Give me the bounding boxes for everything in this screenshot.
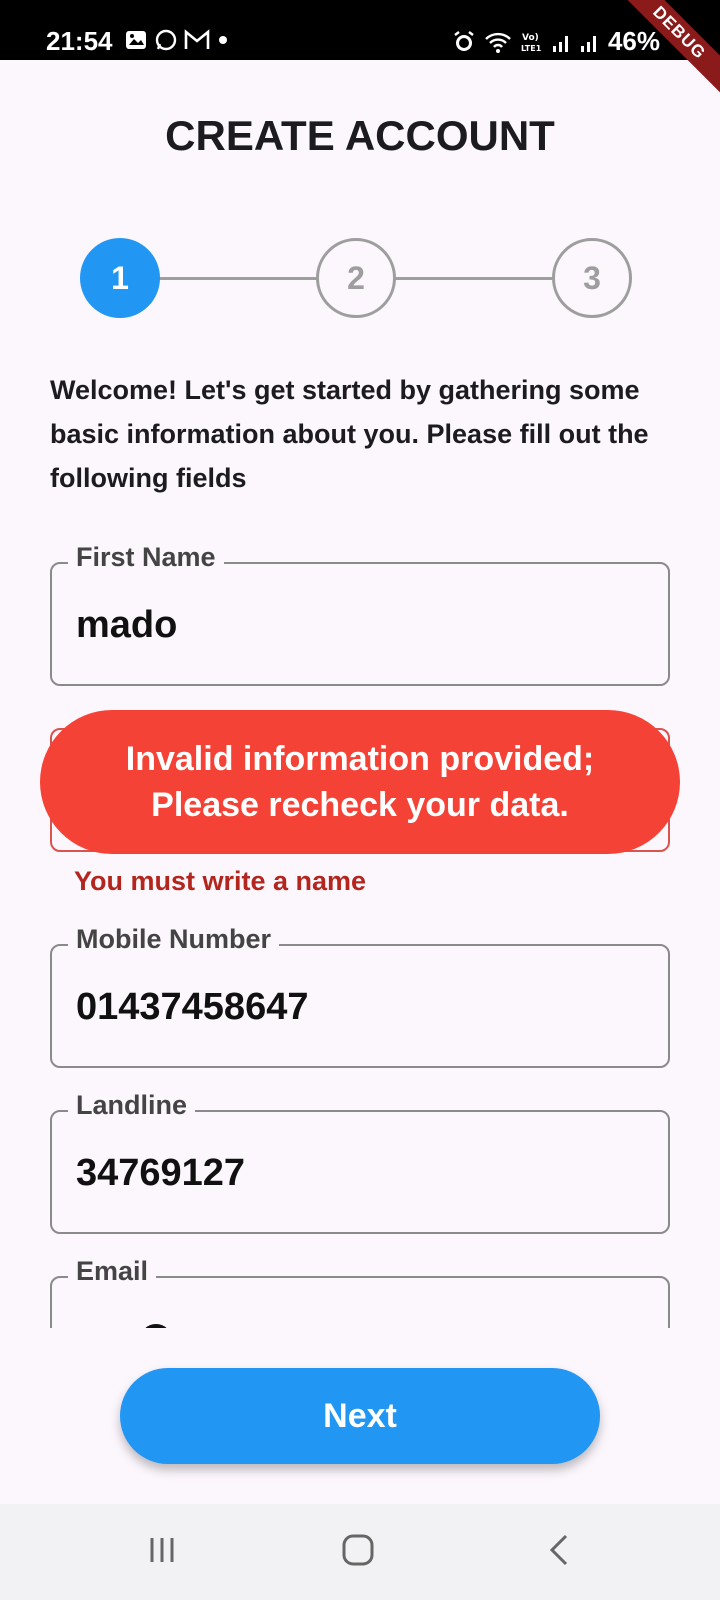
step-2[interactable]: 2 [316, 238, 396, 318]
email-label: Email [68, 1256, 157, 1287]
status-time: 21:54 [46, 26, 113, 56]
signal-icon [580, 35, 596, 52]
first-name-label: First Name [68, 542, 224, 573]
landline-label: Landline [68, 1090, 196, 1121]
home-icon[interactable] [340, 1532, 376, 1568]
intro-text: Welcome! Let's get started by gathering … [50, 375, 649, 493]
mobile-number-field[interactable]: Mobile Number 01437458647 [50, 924, 670, 1068]
page-title: CREATE ACCOUNT [165, 112, 555, 159]
first-name-field[interactable]: First Name mado [50, 542, 670, 686]
step-connector [158, 277, 316, 280]
first-name-value[interactable]: mado [76, 604, 177, 647]
landline-value[interactable]: 34769127 [76, 1152, 245, 1195]
notification-icons [124, 28, 230, 52]
image-icon [126, 31, 146, 49]
svg-text:Vo): Vo) [522, 33, 539, 43]
step-3[interactable]: 3 [552, 238, 632, 318]
svg-text:LTE1: LTE1 [521, 44, 542, 53]
error-toast: Invalid information provided; Please rec… [40, 710, 680, 854]
landline-field[interactable]: Landline 34769127 [50, 1090, 670, 1234]
mobile-number-value[interactable]: 01437458647 [76, 986, 308, 1029]
mobile-number-label: Mobile Number [68, 924, 280, 955]
gmail-icon [184, 29, 210, 49]
system-nav-bar [0, 1504, 720, 1600]
last-name-error: You must write a name [74, 866, 367, 896]
whatsapp-icon [155, 29, 177, 51]
scroll-clip: Email [0, 1240, 720, 1328]
back-icon[interactable] [542, 1532, 578, 1568]
step-1[interactable]: 1 [80, 238, 160, 318]
next-button[interactable]: Next [120, 1368, 600, 1464]
wifi-icon [485, 32, 511, 53]
alarm-icon [454, 30, 474, 51]
toast-line-1: Invalid information provided; [125, 740, 595, 778]
step-connector [394, 277, 552, 280]
email-field[interactable]: Email [50, 1256, 670, 1328]
system-icons: Vo) LTE1 46% [452, 26, 660, 57]
email-value-fragment-icon [145, 1324, 167, 1328]
step-indicator: 1 2 3 [80, 238, 640, 318]
volte-icon: Vo)LTE1 [521, 33, 542, 53]
signal-icon [552, 35, 568, 52]
battery-level: 46% [607, 26, 660, 56]
recent-apps-icon[interactable] [144, 1532, 180, 1568]
dot-icon [219, 36, 227, 44]
status-bar: 21:54 Vo) LTE1 46% [0, 0, 720, 60]
toast-line-2: Please recheck your data. [151, 786, 569, 824]
